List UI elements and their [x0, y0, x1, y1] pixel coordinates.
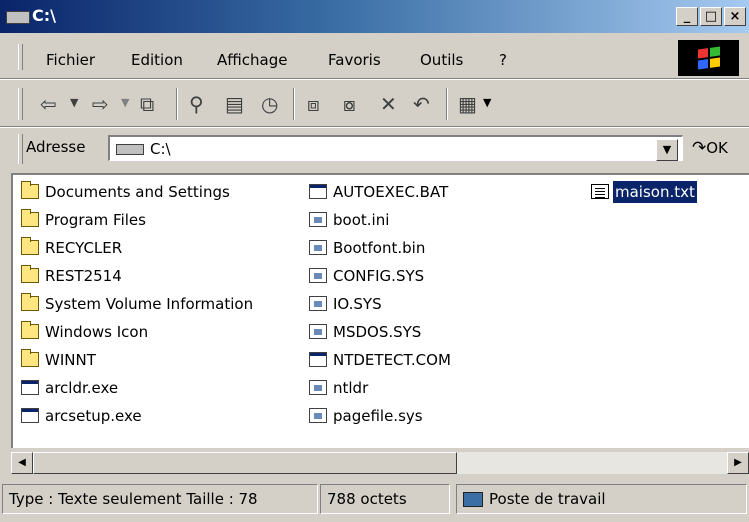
go-label: OK	[706, 139, 728, 157]
toolbar-separator	[176, 88, 178, 120]
scroll-left-button[interactable]: ◀	[11, 452, 33, 474]
up-folder-icon[interactable]: ⧉	[140, 92, 154, 116]
menu-fichier[interactable]: Fichier	[46, 51, 95, 69]
folder-icon	[21, 293, 39, 311]
drive-icon	[116, 144, 144, 155]
search-icon[interactable]: ⚲	[189, 92, 204, 116]
menu-grip[interactable]	[18, 44, 23, 70]
folder-icon	[21, 265, 39, 283]
undo-icon[interactable]: ↶	[413, 92, 430, 116]
menu-help[interactable]: ?	[499, 51, 507, 69]
scroll-right-button[interactable]: ▶	[727, 452, 749, 474]
text-file-icon	[591, 184, 609, 199]
list-item[interactable]: Bootfont.bin	[307, 237, 507, 259]
list-item[interactable]: arcldr.exe	[19, 377, 279, 399]
address-value: C:\	[150, 140, 171, 158]
views-dropdown-icon[interactable]: ▼	[483, 96, 491, 109]
batch-file-icon	[309, 184, 327, 199]
menu-bar: Fichier Edition Affichage Favoris Outils…	[0, 34, 749, 78]
window-title: C:\	[32, 6, 56, 25]
address-input[interactable]: C:\ ▼	[108, 135, 683, 161]
status-type: Type : Texte seulement Taille : 78	[2, 484, 318, 514]
folder-icon	[21, 237, 39, 255]
menu-outils[interactable]: Outils	[420, 51, 463, 69]
back-icon[interactable]: ⇦	[40, 92, 57, 116]
menu-affichage[interactable]: Affichage	[217, 51, 287, 69]
settings-file-icon	[309, 212, 327, 227]
address-grip[interactable]	[18, 134, 23, 164]
list-item[interactable]: boot.ini	[307, 209, 507, 231]
list-item[interactable]: RECYCLER	[19, 237, 279, 259]
go-button[interactable]: ↷OK	[692, 138, 728, 158]
go-arrow-icon: ↷	[692, 138, 707, 158]
toolbar-grip[interactable]	[18, 88, 23, 120]
system-file-icon	[309, 296, 327, 311]
minimize-button[interactable]: _	[676, 7, 698, 26]
folder-icon	[21, 349, 39, 367]
list-item[interactable]: IO.SYS	[307, 293, 507, 315]
history-icon[interactable]: ◷	[261, 92, 278, 116]
back-dropdown-icon[interactable]: ▼	[70, 96, 78, 109]
application-icon	[309, 352, 327, 367]
scroll-thumb[interactable]	[33, 452, 457, 474]
toolbar-separator	[446, 88, 448, 120]
list-item[interactable]: pagefile.sys	[307, 405, 507, 427]
computer-icon	[463, 492, 483, 507]
move-to-icon[interactable]: ⧈	[307, 92, 320, 116]
horizontal-scrollbar[interactable]: ◀ ▶	[11, 452, 749, 474]
list-item-selected[interactable]: maison.txt	[589, 181, 729, 203]
list-item[interactable]: AUTOEXEC.BAT	[307, 181, 507, 203]
application-icon	[21, 380, 39, 395]
system-file-icon	[309, 324, 327, 339]
close-button[interactable]: ×	[724, 7, 746, 26]
menu-favoris[interactable]: Favoris	[328, 51, 381, 69]
list-item[interactable]: Windows Icon	[19, 321, 279, 343]
application-icon	[21, 408, 39, 423]
status-bar: Type : Texte seulement Taille : 78 788 o…	[0, 484, 749, 522]
status-size: 788 octets	[320, 484, 450, 514]
copy-to-icon[interactable]: ⧇	[343, 92, 356, 116]
toolbar	[0, 80, 749, 127]
file-list[interactable]: Documents and Settings Program Files REC…	[11, 173, 749, 448]
explorer-window: C:\ _ □ × Fichier Edition Affichage Favo…	[0, 0, 749, 522]
views-icon[interactable]: ▦	[458, 92, 477, 116]
toolbar-separator	[293, 88, 295, 120]
list-item[interactable]: WINNT	[19, 349, 279, 371]
list-item[interactable]: CONFIG.SYS	[307, 265, 507, 287]
title-bar[interactable]: C:\ _ □ ×	[0, 0, 749, 33]
binary-file-icon	[309, 240, 327, 255]
folder-icon	[21, 321, 39, 339]
list-item[interactable]: MSDOS.SYS	[307, 321, 507, 343]
folders-icon[interactable]: ▤	[225, 92, 244, 116]
system-file-icon	[309, 408, 327, 423]
address-dropdown-button[interactable]: ▼	[656, 139, 678, 161]
list-item[interactable]: REST2514	[19, 265, 279, 287]
list-item[interactable]: NTDETECT.COM	[307, 349, 507, 371]
status-location: Poste de travail	[456, 484, 747, 514]
system-file-icon	[309, 268, 327, 283]
forward-icon[interactable]: ⇨	[92, 92, 109, 116]
list-item[interactable]: ntldr	[307, 377, 507, 399]
list-item[interactable]: System Volume Information	[19, 293, 294, 315]
delete-icon[interactable]: ✕	[380, 92, 397, 116]
folder-icon	[21, 209, 39, 227]
maximize-button[interactable]: □	[700, 7, 722, 26]
system-file-icon	[309, 380, 327, 395]
address-label: Adresse	[26, 138, 86, 156]
list-item[interactable]: Program Files	[19, 209, 279, 231]
forward-dropdown-icon[interactable]: ▼	[121, 96, 129, 109]
drive-icon	[6, 11, 30, 24]
list-item[interactable]: arcsetup.exe	[19, 405, 279, 427]
menu-edition[interactable]: Edition	[131, 51, 183, 69]
list-item[interactable]: Documents and Settings	[19, 181, 279, 203]
windows-logo-icon	[678, 40, 739, 76]
folder-icon	[21, 181, 39, 199]
status-location-label: Poste de travail	[489, 490, 606, 508]
